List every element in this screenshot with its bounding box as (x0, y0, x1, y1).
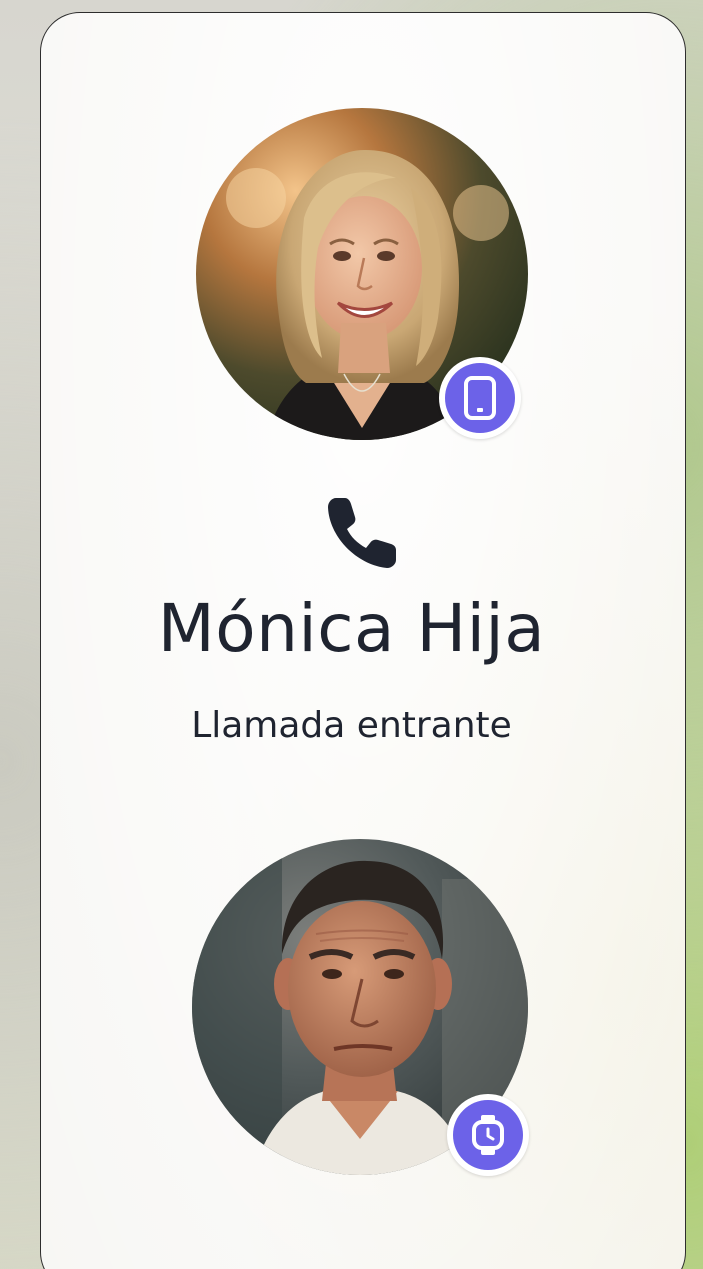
caller-name: Mónica Hija (157, 590, 546, 667)
phone-handset-icon (324, 492, 404, 572)
receiver-device-badge (447, 1094, 529, 1176)
caller-device-badge (439, 357, 521, 439)
caller-avatar-group (196, 108, 528, 440)
receiver-avatar-group (192, 839, 529, 1176)
smartwatch-icon (472, 1115, 504, 1155)
smartphone-icon (464, 376, 496, 420)
call-status: Llamada entrante (191, 705, 512, 746)
